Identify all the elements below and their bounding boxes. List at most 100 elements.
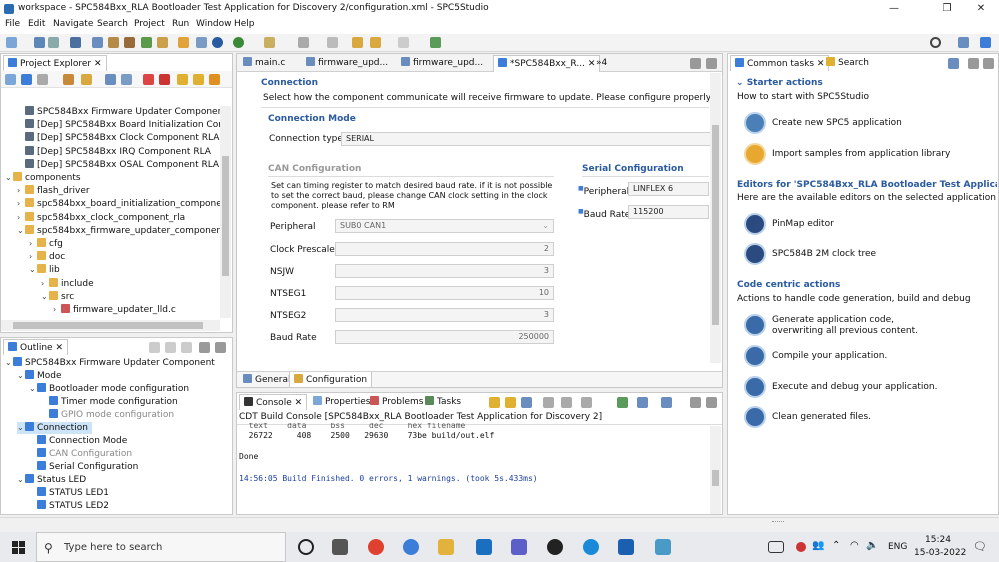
filter-icon[interactable] <box>37 74 48 85</box>
connection-type-select[interactable]: SERIAL <box>341 132 711 146</box>
console-scrollbar[interactable] <box>710 426 721 514</box>
project-tree-item[interactable]: ⌄ spc584bxx_firmware_updater_component <box>17 224 221 237</box>
clock-date[interactable]: 15-03-2022 <box>914 548 966 558</box>
project-tree-item[interactable]: ⌄ components <box>5 172 81 184</box>
clock-time[interactable]: 15:24 <box>925 535 951 545</box>
layout-icon[interactable] <box>121 74 132 85</box>
teams-icon[interactable] <box>511 539 527 555</box>
pen-icon[interactable] <box>264 37 275 48</box>
notification-app-icon[interactable] <box>796 542 806 552</box>
keyboard-icon[interactable] <box>768 541 784 553</box>
menu-help[interactable]: Help <box>234 19 255 29</box>
outline-tree-item[interactable]: Connection Mode <box>29 435 127 447</box>
copy-icon[interactable] <box>561 397 572 408</box>
cortana-icon[interactable] <box>298 539 314 555</box>
pinmap-editor-icon[interactable] <box>744 213 766 235</box>
outline-tree-item[interactable]: Timer mode configuration <box>41 396 178 408</box>
search-icon[interactable] <box>930 37 941 48</box>
new-icon[interactable] <box>6 37 17 48</box>
tab-common-tasks[interactable]: Common tasks ✕ <box>730 55 830 71</box>
menu-search[interactable]: Search <box>97 19 128 29</box>
chrome-icon[interactable] <box>368 539 384 555</box>
project-tree-item[interactable]: › include <box>41 277 94 290</box>
collapse-all-icon[interactable] <box>5 74 16 85</box>
menu-edit[interactable]: Edit <box>28 19 45 29</box>
chevron-down-icon[interactable]: ⌄ <box>5 357 13 369</box>
outline-tree-item[interactable]: ⌄ Mode <box>17 370 62 382</box>
minimize-view-icon[interactable] <box>968 58 979 69</box>
outline-home-icon[interactable] <box>181 342 192 353</box>
chevron-down-icon[interactable]: ⌄ <box>29 383 37 395</box>
prev-arrow-icon[interactable] <box>370 37 381 48</box>
chevron-down-icon[interactable]: ⌄ <box>17 370 25 382</box>
open-console-icon[interactable] <box>661 397 672 408</box>
create-application-icon[interactable] <box>744 112 766 134</box>
chevron-down-icon[interactable]: ⌄ <box>17 422 25 434</box>
ntseg2-field[interactable]: 3 <box>335 308 554 322</box>
close-icon[interactable]: ✕ <box>295 398 303 408</box>
back-arrow-icon[interactable] <box>352 37 363 48</box>
outline-tree-item[interactable]: CAN Configuration <box>29 448 132 460</box>
language-indicator[interactable]: ENG <box>888 542 907 552</box>
menu-navigate[interactable]: Navigate <box>53 19 93 29</box>
starter-actions-title[interactable]: ⌄ Starter actions <box>736 78 823 88</box>
run-icon[interactable] <box>233 37 244 48</box>
wifi-icon[interactable]: ◠ <box>850 540 859 551</box>
pin-icon[interactable] <box>430 37 441 48</box>
tool-app-icon[interactable] <box>655 539 671 555</box>
perspective-icon[interactable] <box>958 37 969 48</box>
menu-file[interactable]: File <box>5 19 20 29</box>
project-tree-item[interactable]: [Dep] SPC584Bxx Board Initialization Com… <box>17 119 221 131</box>
project-tree-hscrollbar[interactable] <box>1 320 220 331</box>
nav-down-icon[interactable] <box>298 37 309 48</box>
project-tree-item[interactable]: › spc584bxx_clock_component_rla <box>17 211 185 224</box>
chevron-right-icon[interactable]: › <box>17 198 25 210</box>
people-icon[interactable]: 👥 <box>812 540 824 551</box>
info-icon[interactable] <box>212 37 223 48</box>
tab-properties[interactable]: Properties <box>309 394 374 410</box>
taskbar-search-box[interactable]: ⚲ Type here to search <box>36 532 286 562</box>
can-baud-rate-field[interactable]: 250000 <box>335 330 554 344</box>
import-samples-link[interactable]: Import samples from application library <box>772 149 950 159</box>
scroll-lock-icon[interactable] <box>489 397 500 408</box>
project-tree-item[interactable]: › cfg <box>29 238 63 250</box>
browser-icon[interactable] <box>403 539 419 555</box>
maximize-view-icon[interactable] <box>983 58 994 69</box>
chevron-right-icon[interactable]: › <box>17 185 25 197</box>
generate-icon[interactable] <box>92 37 103 48</box>
outline-tree-item[interactable]: GPIO mode configuration <box>41 409 174 421</box>
editor-scrollbar[interactable] <box>710 73 721 363</box>
build-project-icon[interactable] <box>63 74 74 85</box>
outline-tree-item[interactable]: STATUS LED2 <box>29 500 109 512</box>
clock-prescaler-field[interactable]: 2 <box>335 242 554 256</box>
can-peripheral-select[interactable]: SUB0 CAN1 ⌄ <box>335 219 554 233</box>
clean-files-icon[interactable] <box>744 406 766 428</box>
tab-configuration-view[interactable]: Configuration <box>289 372 373 388</box>
chevron-down-icon[interactable]: ⌄ <box>5 172 13 184</box>
tab-console[interactable]: Console ✕ <box>239 394 308 410</box>
remove-icon[interactable] <box>159 74 170 85</box>
tab-outline[interactable]: Outline ✕ <box>3 339 68 355</box>
chevron-down-icon[interactable]: ⌄ <box>41 291 49 303</box>
project-tree-item[interactable]: [Dep] SPC584Bxx IRQ Component RLA <box>17 145 211 158</box>
project-tree-item[interactable]: › doc <box>29 251 65 263</box>
project-tree-item[interactable]: › flash_driver <box>17 185 90 197</box>
scrollbar-thumb[interactable] <box>222 156 229 276</box>
tab-overflow[interactable]: »4 <box>592 55 611 71</box>
minimize-view-icon[interactable] <box>690 58 701 69</box>
serial-baud-rate-field[interactable]: 115200 <box>628 205 709 219</box>
outline-back-icon[interactable] <box>149 342 160 353</box>
tab-problems[interactable]: Problems <box>366 394 427 410</box>
maximize-view-icon[interactable] <box>215 342 226 353</box>
nsjw-field[interactable]: 3 <box>335 264 554 278</box>
ntseg1-field[interactable]: 10 <box>335 286 554 300</box>
project-tree-scrollbar[interactable] <box>220 106 231 318</box>
outline-tree-item[interactable]: ⌄ Bootloader mode configuration <box>29 383 189 395</box>
add-icon[interactable] <box>143 74 154 85</box>
outline-forward-icon[interactable] <box>165 342 176 353</box>
chevron-right-icon[interactable]: › <box>41 278 49 290</box>
project-tree-item[interactable]: SPC584Bxx Firmware Updater Component <box>17 106 221 118</box>
nav-forward-icon[interactable] <box>327 37 338 48</box>
generate-code-icon[interactable] <box>744 314 766 336</box>
clean-icon[interactable] <box>124 37 135 48</box>
